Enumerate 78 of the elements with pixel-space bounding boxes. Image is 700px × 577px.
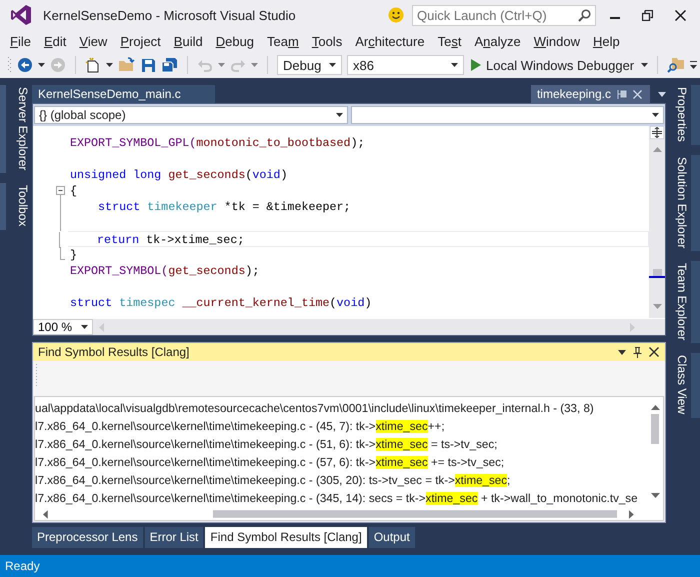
configuration-dropdown[interactable]: x86 (347, 55, 464, 75)
menu-item[interactable]: Tools (306, 34, 350, 48)
menu-item[interactable]: Project (114, 34, 168, 48)
folder-search-icon[interactable] (667, 56, 686, 74)
dropdown-arrow-icon[interactable] (658, 92, 666, 96)
tool-window-tab[interactable]: Team Explorer (668, 261, 700, 344)
code-line: struct timespec __current_kernel_time(void) (70, 294, 372, 311)
menu-item[interactable]: Architecture (349, 34, 432, 48)
menu-item[interactable]: Team (261, 34, 306, 48)
code-line: struct timekeeper *tk = &timekeeper; (98, 198, 351, 215)
code-line: } (70, 246, 78, 263)
caret-position-marker (649, 276, 665, 278)
configuration-dropdown[interactable]: Debug (277, 55, 342, 75)
tool-window-tab[interactable]: Properties (668, 85, 700, 145)
caret-icon (329, 63, 336, 67)
scrollbar-thumb[interactable] (652, 269, 662, 276)
status-text: Ready (5, 559, 40, 573)
play-icon (471, 59, 481, 71)
close-icon[interactable] (649, 347, 659, 357)
back-icon[interactable] (17, 57, 33, 73)
new-project-icon[interactable] (85, 57, 101, 73)
code-line: unsigned long get_seconds(void) (70, 166, 288, 183)
scrollbar-thumb[interactable] (212, 510, 617, 518)
panel-tab[interactable]: Error List (144, 527, 204, 548)
panel-tab[interactable]: Output (368, 527, 415, 548)
menu-item[interactable]: View (73, 34, 114, 48)
tool-window-tab[interactable]: Class View (668, 353, 700, 418)
save-icon[interactable] (141, 58, 156, 72)
visual-studio-logo (10, 4, 32, 26)
tool-window-tab[interactable]: Solution Explorer (668, 154, 700, 252)
panel-tab[interactable]: Preprocessor Lens (32, 527, 143, 548)
scrollbar-thumb[interactable] (651, 414, 659, 444)
dropdown-arrow-icon[interactable] (641, 63, 648, 67)
dropdown-arrow-icon[interactable] (38, 63, 45, 67)
window-title: KernelSenseDemo - Microsoft Visual Studio (43, 8, 296, 22)
result-line[interactable]: l7.x86_64_0.kernel\source\kernel\time\timekeeping.c - (305, 20): ts->tv_sec = tk->xtime_sec; (35, 472, 647, 490)
code-line: { (70, 182, 78, 199)
code-line: EXPORT_SYMBOL(get_seconds); (70, 262, 260, 279)
toolbar-overflow-icon[interactable] (690, 61, 698, 69)
menu-item[interactable]: Help (586, 34, 627, 48)
restore-icon[interactable] (642, 10, 653, 20)
caret-icon (652, 112, 659, 117)
code-line: return tk->xtime_sec; (97, 232, 244, 246)
result-line[interactable]: ual\appdata\local\visualgdb\remotesourcecache\centos7vm\0001\include\linux\timekeeper_internal.h - (33, 8) (35, 400, 647, 418)
pin-icon[interactable] (633, 346, 642, 358)
save-all-icon[interactable] (161, 57, 178, 73)
scroll-right-icon[interactable] (628, 510, 634, 518)
result-line[interactable]: l7.x86_64_0.kernel\source\kernel\time\timekeeping.c - (57, 6): tk->xtime_sec += ts->tv_sec; (35, 454, 647, 472)
open-folder-icon[interactable] (118, 57, 136, 73)
menu-item[interactable]: Analyze (468, 34, 528, 48)
panel-title: Find Symbol Results [Clang] (38, 345, 190, 359)
close-icon[interactable] (675, 10, 686, 20)
scope-dropdown[interactable]: {} (global scope) (34, 106, 348, 124)
menu-item[interactable]: Edit (38, 34, 74, 48)
scroll-up-icon[interactable] (650, 405, 660, 410)
menu-item[interactable]: Window (528, 34, 587, 48)
menu-item[interactable]: Debug (210, 34, 262, 48)
caret-icon (336, 112, 342, 117)
dropdown-arrow-icon[interactable] (106, 63, 113, 67)
scroll-left-icon[interactable] (43, 510, 48, 518)
zoom-dropdown[interactable]: 100 % (33, 319, 93, 335)
search-icon[interactable] (578, 8, 591, 22)
caret-icon (81, 325, 88, 329)
result-line[interactable]: l7.x86_64_0.kernel\source\kernel\time\timekeeping.c - (51, 6): tk->xtime_sec = ts->tv_sec; (35, 436, 647, 454)
menu-item[interactable]: Build (168, 34, 210, 48)
dropdown-arrow-icon[interactable] (618, 350, 626, 354)
smiley-icon[interactable] (388, 7, 404, 23)
split-handle-icon[interactable] (650, 126, 664, 139)
menu-item[interactable]: File (4, 34, 38, 48)
result-line[interactable]: l7.x86_64_0.kernel\source\kernel\time\timekeeping.c - (45, 7): tk->xtime_sec++; (35, 418, 647, 436)
panel-tab[interactable]: Find Symbol Results [Clang] (205, 527, 367, 548)
quick-launch-field[interactable]: Quick Launch (Ctrl+Q) (412, 4, 596, 26)
document-tab[interactable]: KernelSenseDemo_main.c (32, 85, 215, 103)
menu-item[interactable]: Test (432, 34, 468, 48)
start-debugger-button[interactable]: Local Windows Debugger (469, 58, 636, 72)
code-line: EXPORT_SYMBOL_GPL(monotonic_to_bootbased); (70, 134, 365, 151)
caret-icon (451, 63, 458, 67)
scroll-down-icon[interactable] (650, 493, 660, 498)
